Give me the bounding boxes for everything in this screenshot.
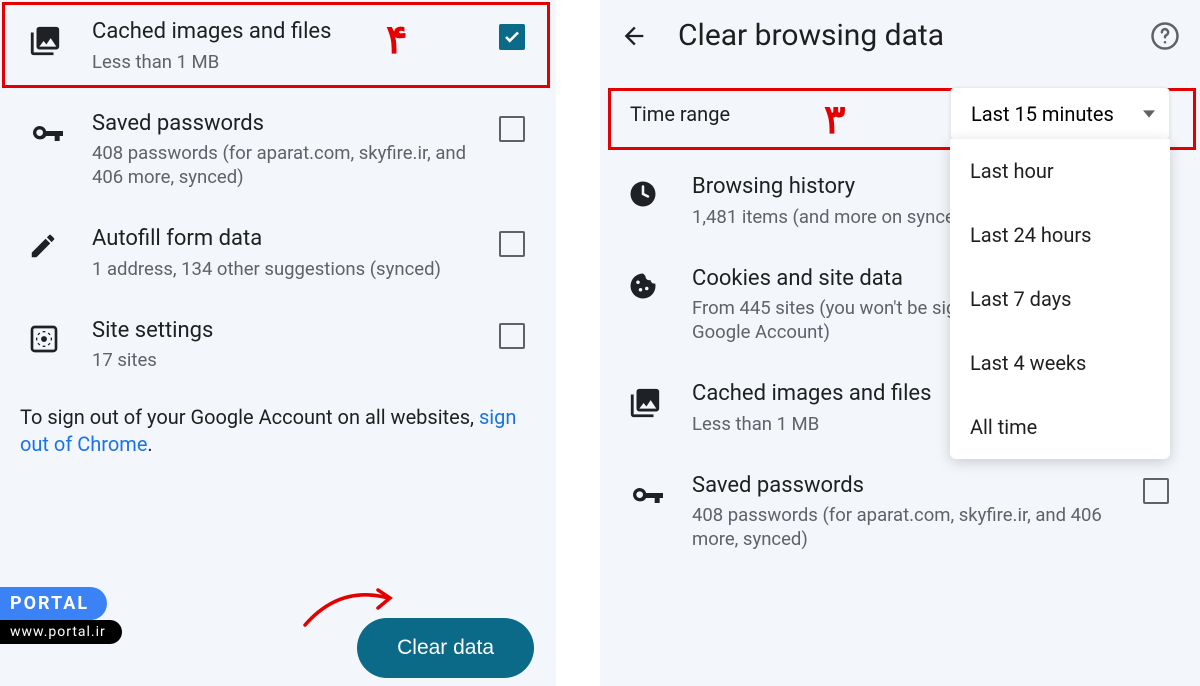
dropdown-option[interactable]: All time bbox=[950, 395, 1170, 459]
time-range-dropdown: Last hour Last 24 hours Last 7 days Last… bbox=[950, 139, 1170, 459]
item-sub: 408 passwords (for aparat.com, skyfire.i… bbox=[92, 141, 480, 189]
help-icon[interactable] bbox=[1150, 21, 1180, 51]
item-title: Cached images and files bbox=[92, 18, 480, 46]
image-stack-icon bbox=[28, 24, 62, 58]
list-item[interactable]: Autofill form data 1 address, 134 other … bbox=[0, 207, 556, 299]
right-screen: Clear browsing data Time range Last 15 m… bbox=[600, 0, 1200, 686]
checkbox[interactable] bbox=[499, 231, 525, 257]
list-item[interactable]: Saved passwords 408 passwords (for apara… bbox=[600, 454, 1200, 570]
image-stack-icon bbox=[628, 386, 662, 420]
checkbox[interactable] bbox=[499, 323, 525, 349]
signout-text: To sign out of your Google Account on al… bbox=[0, 390, 556, 458]
checkbox[interactable] bbox=[1143, 478, 1169, 504]
item-sub: 17 sites bbox=[92, 348, 480, 372]
list-item[interactable]: Site settings 17 sites bbox=[0, 299, 556, 391]
item-sub: 408 passwords (for aparat.com, skyfire.i… bbox=[692, 503, 1124, 551]
item-sub: Less than 1 MB bbox=[92, 50, 480, 74]
badge-url: www.portal.ir bbox=[0, 620, 122, 644]
time-range-value: Last 15 minutes bbox=[971, 102, 1114, 126]
checkbox[interactable] bbox=[499, 116, 525, 142]
list-item[interactable]: Saved passwords 408 passwords (for apara… bbox=[0, 92, 556, 208]
time-range-row: Time range Last 15 minutes Last hour Las… bbox=[600, 73, 1200, 155]
item-title: Saved passwords bbox=[92, 110, 480, 138]
back-icon[interactable] bbox=[620, 22, 648, 50]
portal-badge: PORTAL www.portal.ir bbox=[0, 587, 122, 644]
key-icon bbox=[28, 116, 68, 156]
header: Clear browsing data bbox=[600, 0, 1200, 73]
dropdown-option[interactable]: Last hour bbox=[950, 139, 1170, 203]
dropdown-option[interactable]: Last 7 days bbox=[950, 267, 1170, 331]
item-title: Saved passwords bbox=[692, 472, 1124, 500]
clock-icon bbox=[628, 179, 658, 209]
signout-post: . bbox=[147, 432, 152, 456]
dropdown-option[interactable]: Last 24 hours bbox=[950, 203, 1170, 267]
annotation-4: ۴ bbox=[386, 16, 407, 63]
signout-pre: To sign out of your Google Account on al… bbox=[20, 405, 479, 429]
left-screen: Cached images and files Less than 1 MB S… bbox=[0, 0, 556, 686]
item-sub: 1 address, 134 other suggestions (synced… bbox=[92, 257, 480, 281]
pencil-icon bbox=[28, 231, 58, 261]
dropdown-option[interactable]: Last 4 weeks bbox=[950, 331, 1170, 395]
item-title: Site settings bbox=[92, 317, 480, 345]
checkbox[interactable] bbox=[499, 24, 525, 50]
list-item[interactable]: Cached images and files Less than 1 MB bbox=[0, 0, 556, 92]
time-range-select[interactable]: Last 15 minutes bbox=[950, 87, 1170, 141]
clear-data-button[interactable]: Clear data bbox=[357, 618, 534, 678]
time-range-label: Time range bbox=[630, 102, 730, 126]
badge-name: PORTAL bbox=[0, 587, 107, 620]
cookie-icon bbox=[628, 271, 658, 301]
chevron-down-icon bbox=[1143, 108, 1155, 120]
page-title: Clear browsing data bbox=[678, 18, 1120, 53]
key-icon bbox=[628, 478, 668, 518]
item-title: Autofill form data bbox=[92, 225, 480, 253]
settings-icon bbox=[28, 323, 60, 355]
annotation-3: ۳ bbox=[824, 96, 845, 143]
